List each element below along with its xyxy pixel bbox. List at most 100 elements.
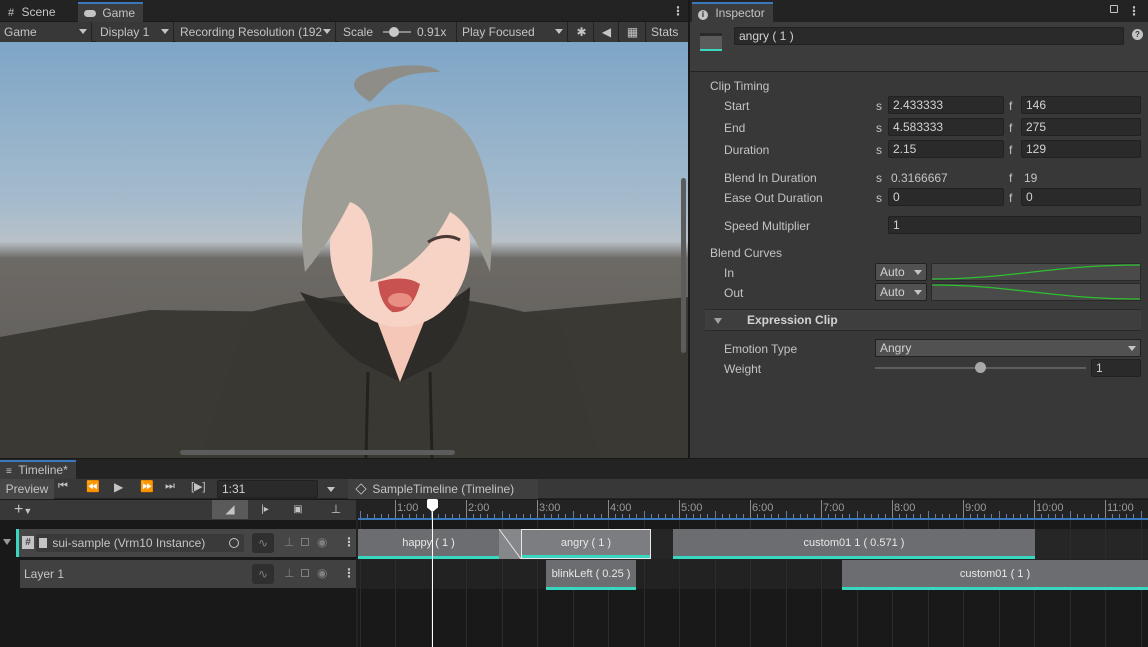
stats-button[interactable]: Stats <box>647 22 688 42</box>
horizontal-scrollbar[interactable] <box>180 450 455 455</box>
lock-icon[interactable] <box>301 569 309 577</box>
character-ahoge <box>354 65 440 102</box>
lock-icon[interactable] <box>1110 5 1118 13</box>
play-icon[interactable]: ▶ <box>114 480 123 494</box>
gizmos-icon[interactable]: ▦ <box>620 22 646 42</box>
clip-accent-bar <box>842 587 1148 590</box>
tab-scene[interactable]: # Scene <box>2 2 64 22</box>
blend-out-mode-dropdown[interactable]: Auto <box>875 283 927 301</box>
weight-slider-thumb[interactable] <box>975 362 986 373</box>
bug-icon[interactable]: ✱ <box>570 22 594 42</box>
clip-happy[interactable]: happy ( 1 ) <box>358 529 499 559</box>
info-icon: i <box>698 10 708 20</box>
blend-in-mode-dropdown[interactable]: Auto <box>875 263 927 281</box>
blend-in-curve-label: In <box>724 266 735 280</box>
blend-diagonal <box>499 529 521 559</box>
emotion-type-value: Angry <box>880 341 912 355</box>
audio-icon[interactable]: ◀ <box>595 22 619 42</box>
ease-out-label: Ease Out Duration <box>724 191 823 205</box>
clip-custom01[interactable]: custom01 ( 1 ) <box>842 560 1148 590</box>
scale-slider-thumb[interactable] <box>389 27 399 37</box>
chevron-down-icon <box>1128 346 1136 351</box>
pin-icon[interactable]: ⊥ <box>329 500 343 519</box>
snap-icon[interactable]: ◢ <box>212 500 248 519</box>
expression-clip-header: Expression Clip <box>747 313 838 327</box>
track-splitter[interactable] <box>356 500 358 647</box>
inspector-panel: i Inspector ⋮ angry ( 1 ) ? Clip Timing … <box>690 0 1148 458</box>
object-picker-icon[interactable] <box>229 538 239 548</box>
ease-out-seconds-field[interactable]: 0 <box>888 188 1004 206</box>
play-mode-dropdown[interactable]: Play Focused <box>458 22 568 42</box>
previous-frame-icon[interactable]: ⏪ <box>86 480 100 493</box>
play-range-icon[interactable]: [▶] <box>191 480 206 493</box>
eye-icon[interactable]: ◉ <box>317 535 327 549</box>
curves-icon[interactable]: ∿ <box>252 533 274 553</box>
clip-timing-header: Clip Timing <box>710 79 770 93</box>
playhead-line[interactable] <box>432 512 433 647</box>
preview-label: Preview <box>5 482 49 496</box>
time-format-dropdown-icon[interactable] <box>327 487 335 492</box>
weight-slider[interactable] <box>875 362 1086 373</box>
end-label: End <box>724 121 746 135</box>
end-seconds-field[interactable]: 4.583333 <box>888 118 1004 136</box>
go-to-start-icon[interactable]: ⏮ <box>58 480 68 493</box>
ripple-icon[interactable]: |▸ <box>252 500 278 519</box>
blend-region[interactable] <box>499 529 521 559</box>
tab-timeline-label: Timeline* <box>18 463 68 477</box>
end-frames-field[interactable]: 275 <box>1021 118 1141 136</box>
blend-in-curve-preview[interactable] <box>931 263 1141 281</box>
blend-out-curve-preview[interactable] <box>931 283 1141 301</box>
cube-icon <box>355 483 367 495</box>
grid-icon: # <box>8 7 15 19</box>
go-to-end-icon[interactable]: ⏭ <box>165 480 175 493</box>
preview-button[interactable]: Preview <box>0 479 54 499</box>
track-menu-icon[interactable]: ⋮ <box>343 566 355 580</box>
tab-game[interactable]: Game <box>78 2 144 22</box>
foldout-arrow-icon <box>714 318 722 324</box>
play-mode-label: Play Focused <box>462 25 535 39</box>
clip-label: custom01 ( 1 ) <box>959 568 1031 580</box>
start-frames-field[interactable]: 146 <box>1021 96 1141 114</box>
tab-timeline[interactable]: ≡ Timeline* <box>0 460 76 479</box>
start-label: Start <box>724 99 750 113</box>
more-options-icon[interactable]: ⋮ <box>1128 4 1140 18</box>
blend-out-curve-label: Out <box>724 286 744 300</box>
scale-label: Scale <box>343 25 374 39</box>
track-binding-field[interactable]: sui-sample (Vrm10 Instance) <box>36 534 244 552</box>
emotion-type-dropdown[interactable]: Angry <box>875 339 1141 357</box>
blend-out-curve <box>931 284 1141 300</box>
add-track-button[interactable]: +▼ <box>14 500 50 520</box>
track-collapse-arrow-icon[interactable] <box>3 539 11 545</box>
next-frame-icon[interactable]: ⏩ <box>140 480 154 493</box>
ease-out-frames-field[interactable]: 0 <box>1021 188 1141 206</box>
track-menu-icon[interactable]: ⋮ <box>343 535 355 549</box>
vertical-scrollbar[interactable] <box>681 178 686 353</box>
clip-custom01-1[interactable]: custom01 1 ( 0.571 ) <box>673 529 1035 559</box>
clip-angry[interactable]: angry ( 1 ) <box>521 529 651 559</box>
breadcrumb[interactable]: SampleTimeline (Timeline) <box>348 479 538 499</box>
start-seconds-field[interactable]: 2.433333 <box>888 96 1004 114</box>
expression-clip-foldout[interactable]: Expression Clip <box>705 309 1141 331</box>
display-mode-dropdown[interactable]: Game <box>0 22 92 42</box>
mix-icon[interactable]: ▣ <box>285 500 311 519</box>
lock-icon[interactable] <box>301 538 309 546</box>
speed-multiplier-field[interactable]: 1 <box>888 216 1141 234</box>
duration-frames-field[interactable]: 129 <box>1021 140 1141 158</box>
weight-label: Weight <box>724 362 762 376</box>
current-time-field[interactable]: 1:31 <box>217 480 318 498</box>
display-dropdown[interactable]: Display 1 <box>96 22 174 42</box>
lock-pin-icon[interactable]: ⊥ <box>284 566 294 580</box>
object-name-field[interactable]: angry ( 1 ) <box>734 27 1124 45</box>
lock-pin-icon[interactable]: ⊥ <box>284 535 294 549</box>
more-options-icon[interactable]: ⋮ <box>672 4 684 18</box>
clip-blinkleft[interactable]: blinkLeft ( 0.25 ) <box>546 560 636 590</box>
display-label: Display 1 <box>100 25 150 39</box>
resolution-dropdown[interactable]: Recording Resolution (192 <box>176 22 336 42</box>
weight-value-field[interactable]: 1 <box>1091 359 1141 377</box>
game-view[interactable] <box>0 42 688 458</box>
eye-icon[interactable]: ◉ <box>317 566 327 580</box>
curves-icon[interactable]: ∿ <box>252 564 274 584</box>
duration-seconds-field[interactable]: 2.15 <box>888 140 1004 158</box>
help-icon[interactable]: ? <box>1132 29 1143 40</box>
tab-inspector[interactable]: i Inspector <box>692 2 773 22</box>
